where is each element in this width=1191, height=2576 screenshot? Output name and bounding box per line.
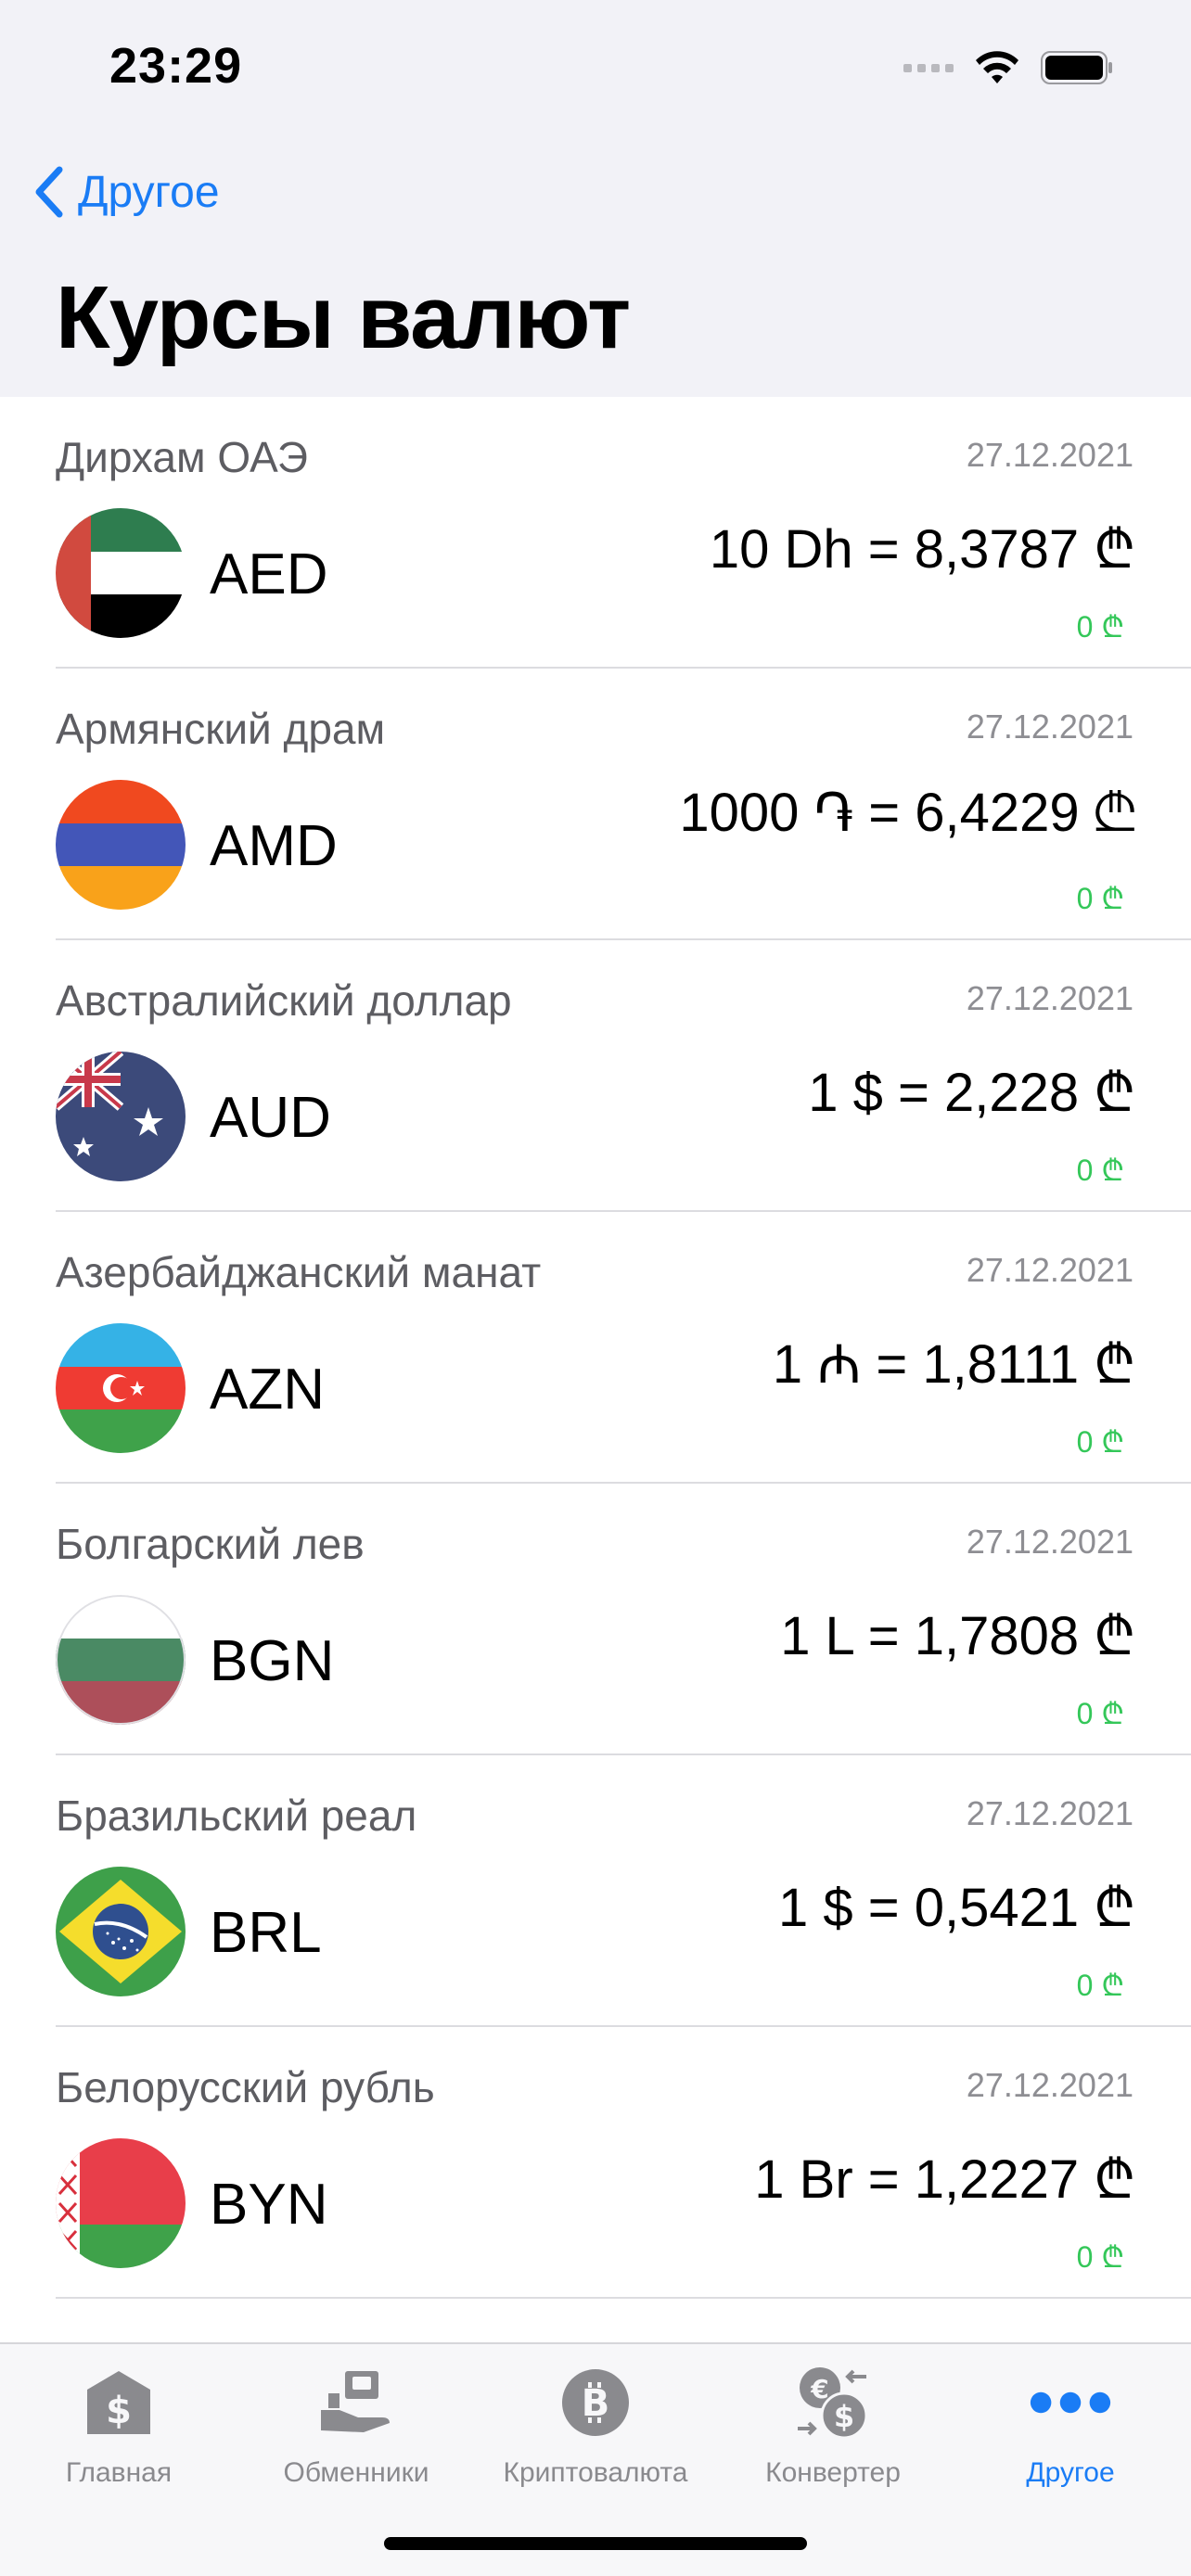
- currency-convert-icon: € $: [791, 2361, 875, 2444]
- more-dots-icon: [1029, 2361, 1112, 2444]
- svg-text:B: B: [582, 2382, 610, 2425]
- rate-change: 0 ₾: [1076, 1154, 1124, 1187]
- rate-change: 0 ₾: [1076, 1697, 1124, 1730]
- by-flag-icon: [56, 2138, 186, 2268]
- exchange-rate: 1 $ = 2,228 ₾: [808, 1063, 1135, 1123]
- rate-date: 27.12.2021: [966, 2066, 1133, 2104]
- rate-date: 27.12.2021: [966, 1794, 1133, 1832]
- tab-label: Конвертер: [765, 2457, 901, 2488]
- rate-change: 0 ₾: [1076, 2240, 1124, 2274]
- currency-name: Армянский драм: [56, 705, 386, 753]
- currency-code: AZN: [210, 1358, 325, 1422]
- wifi-icon: [976, 51, 1018, 83]
- tab-exchangers[interactable]: Обменники: [237, 2361, 475, 2500]
- exchange-office-icon: [314, 2361, 398, 2444]
- tab-label: Криптовалюта: [503, 2457, 688, 2488]
- currency-row-amd[interactable]: Армянский драм 27.12.2021 AMD 1000 ֏ = 6…: [0, 669, 1191, 940]
- rate-change: 0 ₾: [1076, 882, 1124, 915]
- br-flag-icon: [56, 1867, 186, 1996]
- battery-icon: [1041, 51, 1112, 84]
- exchange-rate: 1000 ֏ = 6,4229 ₾: [679, 783, 1135, 843]
- currency-code: AED: [210, 542, 328, 606]
- tab-other[interactable]: Другое: [952, 2361, 1189, 2500]
- home-indicator: [384, 2537, 807, 2550]
- currency-name: Азербайджанский манат: [56, 1248, 542, 1296]
- svg-text:$: $: [106, 2390, 132, 2432]
- exchange-rate: 1 Br = 1,2227 ₾: [754, 2149, 1135, 2210]
- currency-row-azn[interactable]: Азербайджанский манат 27.12.2021 AZN 1 ₼…: [0, 1212, 1191, 1484]
- exchange-rate: 1 $ = 0,5421 ₾: [778, 1878, 1135, 1938]
- am-flag-icon: [56, 780, 186, 910]
- rate-date: 27.12.2021: [966, 436, 1133, 474]
- back-button[interactable]: Другое: [33, 159, 220, 224]
- rate-change: 0 ₾: [1076, 1969, 1124, 2002]
- currency-code: AMD: [210, 814, 338, 878]
- currency-name: Дирхам ОАЭ: [56, 433, 308, 481]
- tab-converter[interactable]: € $ Конвертер: [714, 2361, 952, 2500]
- currency-row-brl[interactable]: Бразильский реал 27.12.2021 BRL 1 $ = 0,…: [0, 1755, 1191, 2027]
- currency-name: Болгарский лев: [56, 1520, 365, 1568]
- rate-change: 0 ₾: [1076, 1425, 1124, 1459]
- rate-date: 27.12.2021: [966, 1523, 1133, 1561]
- currency-name: Австралийский доллар: [56, 976, 512, 1025]
- svg-text:€: €: [810, 2374, 828, 2404]
- status-time: 23:29: [109, 38, 243, 94]
- svg-text:$: $: [834, 2399, 854, 2434]
- navigation-header: 23:29 Другое Курсы валют: [0, 0, 1191, 397]
- bg-flag-icon: [56, 1595, 186, 1725]
- rate-date: 27.12.2021: [966, 708, 1133, 746]
- rate-date: 27.12.2021: [966, 979, 1133, 1017]
- bitcoin-icon: B: [554, 2361, 637, 2444]
- currency-name: Белорусский рубль: [56, 2063, 435, 2111]
- currency-row-bgn[interactable]: Болгарский лев 27.12.2021 BGN 1 L = 1,78…: [0, 1484, 1191, 1755]
- back-button-label: Другое: [78, 167, 220, 217]
- currency-code: BGN: [210, 1629, 335, 1693]
- status-bar: 23:29: [0, 0, 1191, 139]
- chevron-left-icon: [35, 166, 63, 218]
- exchange-rate: 1 L = 1,7808 ₾: [780, 1606, 1135, 1666]
- ae-flag-icon: [56, 508, 186, 638]
- tab-home[interactable]: $ Главная: [0, 2361, 237, 2500]
- bank-dollar-icon: $: [77, 2361, 160, 2444]
- currency-code: BRL: [210, 1901, 322, 1965]
- currency-code: BYN: [210, 2173, 328, 2237]
- tab-label: Обменники: [283, 2457, 429, 2488]
- tab-label: Главная: [65, 2457, 173, 2488]
- currency-name: Бразильский реал: [56, 1792, 417, 1840]
- status-icons: [903, 45, 1115, 91]
- currency-code: AUD: [210, 1086, 331, 1150]
- exchange-rate: 1 ₼ = 1,8111 ₾: [772, 1334, 1135, 1395]
- currency-row-aed[interactable]: Дирхам ОАЭ 27.12.2021 AED 10 Dh = 8,3787…: [0, 397, 1191, 669]
- rate-change: 0 ₾: [1076, 610, 1124, 644]
- cellular-signal-icon: [903, 63, 954, 72]
- tab-crypto[interactable]: B Криптовалюта: [477, 2361, 714, 2500]
- au-flag-icon: [56, 1052, 186, 1181]
- currency-row-aud[interactable]: Австралийский доллар 27.12.2021 AUD 1 $ …: [0, 940, 1191, 1212]
- exchange-rate: 10 Dh = 8,3787 ₾: [709, 519, 1135, 580]
- currency-row-byn[interactable]: Белорусский рубль 27.12.2021 BYN 1 Br = …: [0, 2027, 1191, 2299]
- screen: 23:29 Другое Курсы валют Дирхам ОАЭ 27.1…: [0, 0, 1191, 2576]
- rate-date: 27.12.2021: [966, 1251, 1133, 1289]
- tab-label: Другое: [1026, 2457, 1115, 2488]
- page-title: Курсы валют: [56, 268, 631, 367]
- az-flag-icon: [56, 1323, 186, 1453]
- currency-list: Дирхам ОАЭ 27.12.2021 AED 10 Dh = 8,3787…: [0, 397, 1191, 2299]
